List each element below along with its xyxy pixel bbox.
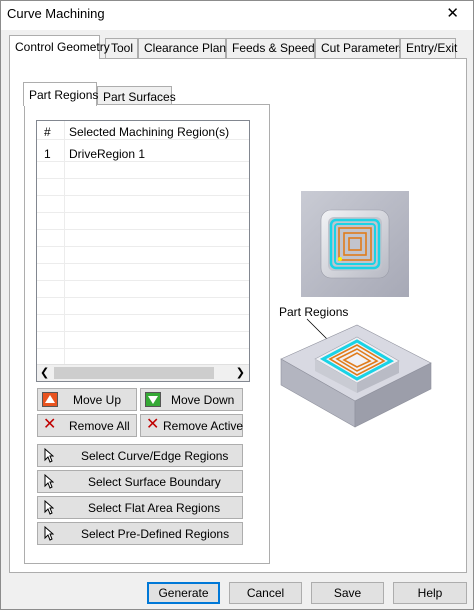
empty-row bbox=[37, 163, 249, 179]
column-header-number: # bbox=[44, 125, 51, 139]
tab-control-geometry[interactable]: Control Geometry bbox=[9, 35, 110, 59]
tab-feeds-speeds[interactable]: Feeds & Speeds bbox=[226, 38, 321, 58]
pointer-icon bbox=[44, 526, 54, 541]
tab-clearance-plane[interactable]: Clearance Plane bbox=[138, 38, 233, 58]
empty-row bbox=[37, 197, 249, 213]
generate-button[interactable]: Generate bbox=[147, 582, 220, 604]
select-flat-area-regions-button[interactable]: Select Flat Area Regions bbox=[37, 496, 243, 519]
part-regions-panel: # Selected Machining Region(s) 1 DriveRe… bbox=[24, 104, 270, 564]
remove-icon: ✕ bbox=[146, 416, 160, 433]
row-number: 1 bbox=[44, 147, 51, 161]
select-flat-area-label: Select Flat Area Regions bbox=[88, 501, 221, 515]
save-button[interactable]: Save bbox=[311, 582, 384, 604]
select-curve-edge-regions-button[interactable]: Select Curve/Edge Regions bbox=[37, 444, 243, 467]
column-header-regions: Selected Machining Region(s) bbox=[69, 125, 230, 139]
list-header: # Selected Machining Region(s) bbox=[37, 124, 249, 140]
select-predefined-label: Select Pre-Defined Regions bbox=[81, 527, 230, 541]
remove-icon: ✕ bbox=[43, 416, 57, 433]
empty-row bbox=[37, 282, 249, 298]
help-button[interactable]: Help bbox=[393, 582, 467, 604]
empty-row bbox=[37, 316, 249, 332]
remove-active-label: Remove Active bbox=[163, 419, 244, 433]
pointer-icon bbox=[44, 474, 54, 489]
move-down-icon bbox=[145, 392, 161, 407]
empty-row bbox=[37, 265, 249, 281]
remove-all-button[interactable]: ✕ Remove All bbox=[37, 414, 137, 437]
select-curve-edge-label: Select Curve/Edge Regions bbox=[81, 449, 229, 463]
remove-all-label: Remove All bbox=[69, 419, 130, 433]
curve-machining-dialog: Curve Machining ✕ Control Geometry Tool … bbox=[0, 0, 474, 610]
empty-row bbox=[37, 299, 249, 315]
scroll-left-icon[interactable]: ❮ bbox=[40, 366, 49, 379]
cancel-button[interactable]: Cancel bbox=[229, 582, 302, 604]
subtab-part-surfaces[interactable]: Part Surfaces bbox=[97, 86, 176, 106]
horizontal-scrollbar[interactable]: ❮ ❯ bbox=[37, 364, 249, 381]
move-up-label: Move Up bbox=[73, 393, 122, 407]
list-item[interactable]: 1 DriveRegion 1 bbox=[37, 146, 249, 162]
move-up-button[interactable]: Move Up bbox=[37, 388, 137, 411]
pointer-icon bbox=[44, 448, 54, 463]
empty-row bbox=[37, 214, 249, 230]
tab-entry-exit[interactable]: Entry/Exit bbox=[400, 38, 457, 58]
pointer-icon bbox=[44, 500, 54, 515]
part-isometric-view-image bbox=[280, 318, 432, 428]
move-up-icon bbox=[42, 392, 58, 407]
title-bar: Curve Machining ✕ bbox=[1, 1, 473, 30]
close-icon[interactable]: ✕ bbox=[446, 6, 459, 22]
part-top-view-image bbox=[301, 191, 409, 297]
move-down-button[interactable]: Move Down bbox=[140, 388, 243, 411]
select-surface-boundary-label: Select Surface Boundary bbox=[88, 475, 221, 489]
remove-active-button[interactable]: ✕ Remove Active bbox=[140, 414, 243, 437]
tab-cut-parameters[interactable]: Cut Parameters bbox=[315, 38, 405, 58]
select-surface-boundary-button[interactable]: Select Surface Boundary bbox=[37, 470, 243, 493]
empty-row bbox=[37, 248, 249, 264]
scroll-right-icon[interactable]: ❯ bbox=[236, 366, 245, 379]
subtab-part-regions[interactable]: Part Regions bbox=[23, 82, 98, 106]
tab-tool[interactable]: Tool bbox=[105, 38, 138, 58]
machining-region-list[interactable]: # Selected Machining Region(s) 1 DriveRe… bbox=[36, 120, 250, 382]
select-predefined-regions-button[interactable]: Select Pre-Defined Regions bbox=[37, 522, 243, 545]
empty-row bbox=[37, 180, 249, 196]
scrollbar-thumb[interactable] bbox=[54, 367, 214, 379]
empty-row bbox=[37, 333, 249, 349]
window-title: Curve Machining bbox=[7, 6, 105, 21]
empty-row bbox=[37, 231, 249, 247]
move-down-label: Move Down bbox=[171, 393, 235, 407]
row-region-name: DriveRegion 1 bbox=[69, 147, 146, 161]
